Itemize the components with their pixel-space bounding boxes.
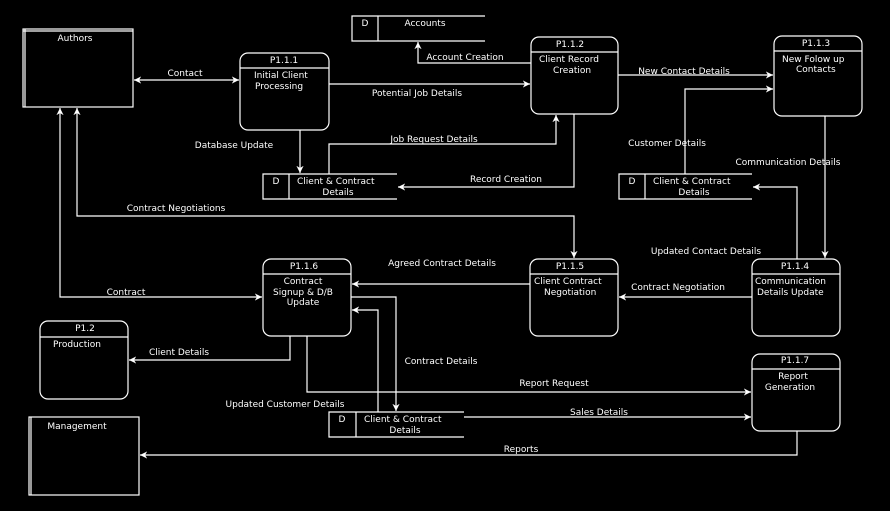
entity-management-label: Management — [47, 422, 107, 432]
flow-job-request-details[interactable]: Job Request Details — [328, 115, 560, 174]
flow-reports[interactable]: Reports — [140, 431, 798, 459]
store-client-contract-1[interactable]: D Client & Contract Details — [262, 173, 397, 200]
store-code: D — [629, 177, 636, 187]
process-id: P1.1.5 — [556, 262, 584, 272]
process-id: P1.1.2 — [556, 40, 584, 50]
flow-updated-contact-details[interactable]: Updated Contact Details — [651, 183, 798, 259]
process-label: Client Record — [539, 55, 599, 65]
store-code: D — [273, 177, 280, 187]
store-client-contract-2[interactable]: D Client & Contract Details — [618, 173, 752, 200]
process-label: Production — [53, 340, 101, 350]
process-id: P1.2 — [75, 324, 95, 334]
flow-label: Potential Job Details — [372, 89, 463, 99]
store-label: Client & Contract — [364, 415, 442, 425]
flow-label: Agreed Contract Details — [388, 259, 496, 269]
flow-agreed-contract-details[interactable]: Agreed Contract Details — [352, 259, 530, 288]
flow-label: Reports — [504, 445, 539, 455]
process-label: Client Contract — [534, 277, 602, 287]
flow-contract-details[interactable]: Contract Details — [351, 296, 478, 411]
flow-label: Updated Contact Details — [651, 247, 762, 257]
process-id: P1.1.7 — [781, 356, 809, 366]
entity-management[interactable]: Management — [28, 416, 140, 496]
process-p1-1-6[interactable]: P1.1.6 Contract Signup & D/B Update — [262, 258, 352, 337]
process-p1-1-3[interactable]: P1.1.3 New Folow up Contacts — [773, 35, 863, 117]
flow-label: Contract Negotiation — [631, 283, 725, 293]
process-label: Contacts — [796, 65, 836, 75]
flow-label: Communication Details — [736, 158, 841, 168]
entity-authors-label: Authors — [58, 34, 93, 44]
process-label: Negotiation — [544, 288, 596, 298]
process-id: P1.1.1 — [270, 56, 298, 66]
store-label: Details — [389, 426, 421, 436]
flow-label: Job Request Details — [389, 135, 478, 145]
process-label: Contract — [284, 277, 323, 287]
flow-client-details[interactable]: Client Details — [129, 336, 291, 364]
flow-label: Account Creation — [426, 53, 503, 63]
process-label: Signup & D/B — [273, 288, 333, 298]
flow-label: Sales Details — [570, 408, 628, 418]
process-p1-1-7[interactable]: P1.1.7 Report Generation — [751, 353, 841, 432]
store-label: Details — [678, 188, 710, 198]
entity-authors[interactable]: Authors — [22, 28, 134, 108]
process-label: Communication — [755, 277, 826, 287]
store-label: Accounts — [404, 19, 445, 29]
store-label: Details — [322, 188, 354, 198]
process-label: Generation — [765, 383, 815, 393]
process-p1-1-4[interactable]: P1.1.4 Communication Details Update — [751, 258, 841, 337]
process-label: Creation — [553, 66, 591, 76]
flow-label: Record Creation — [470, 175, 542, 185]
flow-database-update[interactable]: Database Update — [195, 130, 304, 173]
process-id: P1.1.4 — [781, 262, 810, 272]
process-p1-2[interactable]: P1.2 Production — [39, 320, 129, 400]
process-id: P1.1.6 — [290, 262, 319, 272]
process-id: P1.1.3 — [802, 39, 830, 49]
flow-label: Contact — [167, 69, 202, 79]
flow-potential-job-details[interactable]: Potential Job Details — [329, 80, 530, 99]
flow-contract-negotiation[interactable]: Contract Negotiation — [619, 283, 752, 301]
store-client-contract-3[interactable]: D Client & Contract Details — [328, 411, 464, 438]
store-label: Client & Contract — [297, 177, 375, 187]
flow-new-contact-details[interactable]: New Contact Details — [618, 67, 773, 79]
process-label: New Folow up — [782, 55, 845, 65]
flow-label: Updated Customer Details — [226, 400, 345, 410]
flow-label: Database Update — [195, 141, 274, 151]
flow-contract[interactable]: Contract — [56, 108, 262, 301]
flow-label: Contract Details — [405, 357, 478, 367]
flow-label: Contract Negotiations — [127, 204, 226, 214]
store-code: D — [362, 19, 369, 29]
flow-label: Client Details — [149, 348, 209, 358]
process-label: Processing — [255, 82, 303, 92]
process-p1-1-2[interactable]: P1.1.2 Client Record Creation — [530, 36, 619, 115]
process-label: Initial Client — [254, 71, 308, 81]
process-label: Report — [778, 372, 808, 382]
flow-label: New Contact Details — [638, 67, 730, 77]
process-p1-1-5[interactable]: P1.1.5 Client Contract Negotiation — [529, 258, 619, 337]
flow-account-creation[interactable]: Account Creation — [414, 42, 531, 64]
flow-label: Contract — [107, 288, 146, 298]
store-label: Client & Contract — [653, 177, 731, 187]
process-label: Update — [287, 298, 320, 308]
data-flow-diagram: Authors Management P1.1.1 Initial Client… — [22, 15, 863, 496]
flow-record-creation[interactable]: Record Creation — [398, 114, 575, 191]
flow-contact[interactable]: Contact — [134, 69, 239, 84]
flow-report-request[interactable]: Report Request — [306, 336, 751, 396]
store-code: D — [339, 415, 346, 425]
flow-sales-details[interactable]: Sales Details — [464, 408, 751, 421]
store-accounts[interactable]: D Accounts — [351, 15, 485, 42]
process-label: Details Update — [757, 288, 824, 298]
flow-label: Report Request — [519, 379, 589, 389]
process-p1-1-1[interactable]: P1.1.1 Initial Client Processing — [239, 52, 330, 131]
flow-label: Customer Details — [628, 139, 706, 149]
